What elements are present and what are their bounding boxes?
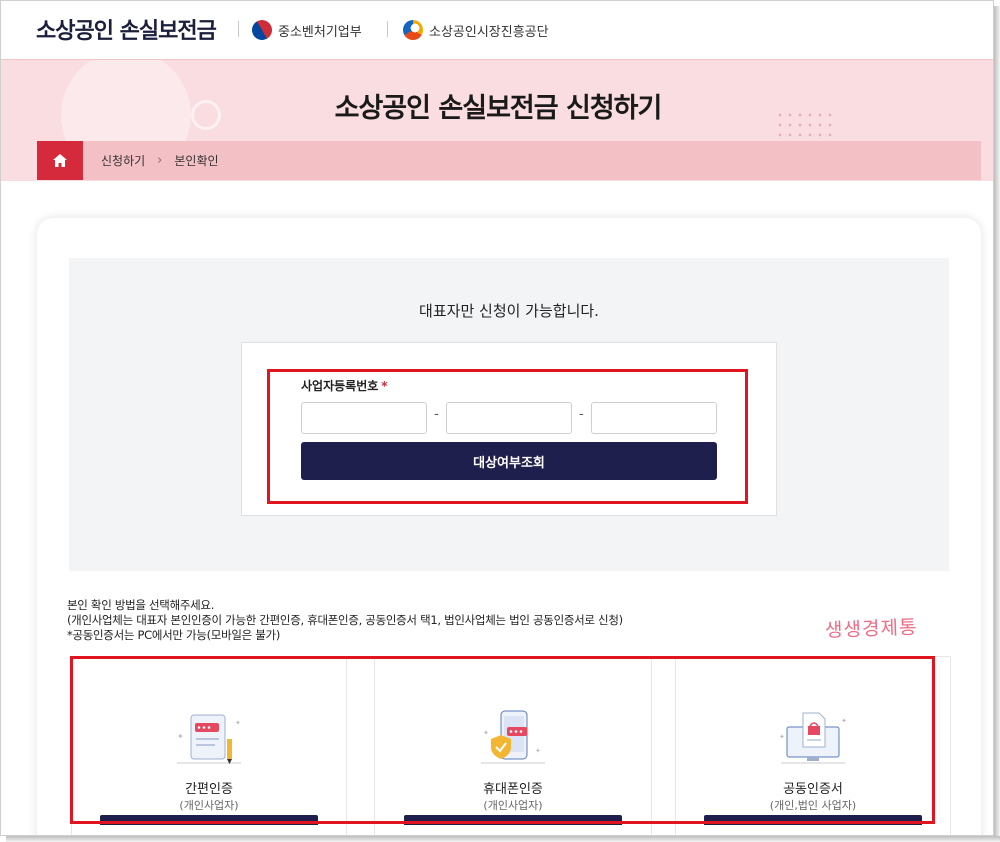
page-title: 소상공인 손실보전금 신청하기	[334, 93, 663, 124]
phone-auth-icon: ✦✦	[481, 710, 545, 764]
svg-text:✦: ✦	[177, 732, 184, 741]
home-button[interactable]	[37, 141, 83, 180]
business-number-field-3[interactable]	[591, 402, 717, 434]
svg-text:✦: ✦	[841, 717, 847, 725]
business-number-field-2[interactable]	[446, 402, 572, 434]
method-note: *공동인증서는 PC에서만 가능(모바일은 불가)	[67, 628, 281, 642]
method-instruction: 본인 확인 방법을 선택해주세요.	[67, 598, 215, 612]
chevron-right-icon: ›	[157, 153, 163, 168]
lookup-panel: 대표자만 신청이 가능합니다. 사업자등록번호 * - - 대상여부조회	[69, 258, 949, 571]
header-divider	[387, 21, 388, 37]
watermark-signature: 생생경제통	[824, 616, 918, 642]
auth-methods: ✦ ✦ 간편인증 (개인사업자) ✦ ✦ 휴대폰인증 (개인사업자) ✦ ✦ 공…	[71, 656, 951, 835]
business-number-form: 사업자등록번호 * - - 대상여부조회	[241, 342, 777, 516]
simple-auth-icon: ✦✦	[177, 714, 241, 764]
auth-method-name: 공동인증서	[783, 782, 843, 797]
svg-text:✦: ✦	[235, 719, 241, 727]
auth-method-sub: (개인사업자)	[179, 799, 239, 812]
method-description: (개인사업체는 대표자 본인인증이 가능한 간편인증, 휴대폰인증, 공동인증서…	[67, 613, 623, 627]
field-separator: -	[579, 407, 584, 422]
org-semas-label: 소상공인시장진흥공단	[429, 24, 549, 40]
field-separator: -	[434, 407, 439, 422]
auth-method-certificate[interactable]: ✦ ✦ 공동인증서 (개인,법인 사업자)	[675, 656, 951, 835]
business-number-label-text: 사업자등록번호	[301, 379, 379, 393]
business-number-field-1[interactable]	[301, 402, 427, 434]
auth-method-name: 휴대폰인증	[483, 782, 543, 797]
org-mss[interactable]: 중소벤처기업부	[248, 16, 362, 44]
auth-method-button[interactable]	[100, 815, 318, 825]
auth-method-simple[interactable]: ✦ ✦ 간편인증 (개인사업자)	[71, 656, 347, 835]
auth-method-button[interactable]	[704, 815, 922, 825]
breadcrumb: 신청하기 › 본인확인	[37, 141, 981, 180]
auth-method-sub: (개인,법인 사업자)	[769, 799, 857, 812]
brand-title[interactable]: 소상공인 손실보전금	[36, 13, 217, 45]
svg-text:✦: ✦	[535, 747, 541, 755]
org-semas[interactable]: 소상공인시장진흥공단	[403, 20, 549, 40]
auth-method-name: 간편인증	[185, 782, 233, 797]
required-mark: *	[381, 379, 388, 393]
auth-method-button[interactable]	[404, 815, 622, 825]
breadcrumb-item-apply[interactable]: 신청하기	[101, 152, 145, 169]
certificate-icon: ✦✦	[779, 712, 847, 764]
frame-shadow	[994, 6, 1000, 842]
auth-method-phone[interactable]: ✦ ✦ 휴대폰인증 (개인사업자)	[374, 656, 652, 835]
frame-shadow	[6, 836, 1000, 842]
org-mss-label: 중소벤처기업부	[278, 24, 362, 40]
home-icon	[53, 154, 67, 167]
svg-text:✦: ✦	[779, 733, 785, 741]
eligibility-check-button[interactable]: 대상여부조회	[301, 442, 717, 480]
notice-text: 대표자만 신청이 가능합니다.	[419, 302, 599, 320]
semas-logo-icon	[403, 20, 423, 40]
header-divider	[238, 21, 239, 37]
browser-frame: 소상공인 손실보전금 중소벤처기업부 소상공인시장진흥공단 소상공인 손실보전금…	[0, 0, 994, 836]
svg-text:✦: ✦	[483, 729, 489, 737]
taeguk-logo-icon	[248, 16, 276, 44]
auth-method-sub: (개인사업자)	[483, 799, 543, 812]
site-header: 소상공인 손실보전금 중소벤처기업부 소상공인시장진흥공단	[1, 1, 993, 59]
breadcrumb-item-verify: 본인확인	[174, 154, 219, 168]
business-number-label: 사업자등록번호 *	[301, 377, 388, 394]
